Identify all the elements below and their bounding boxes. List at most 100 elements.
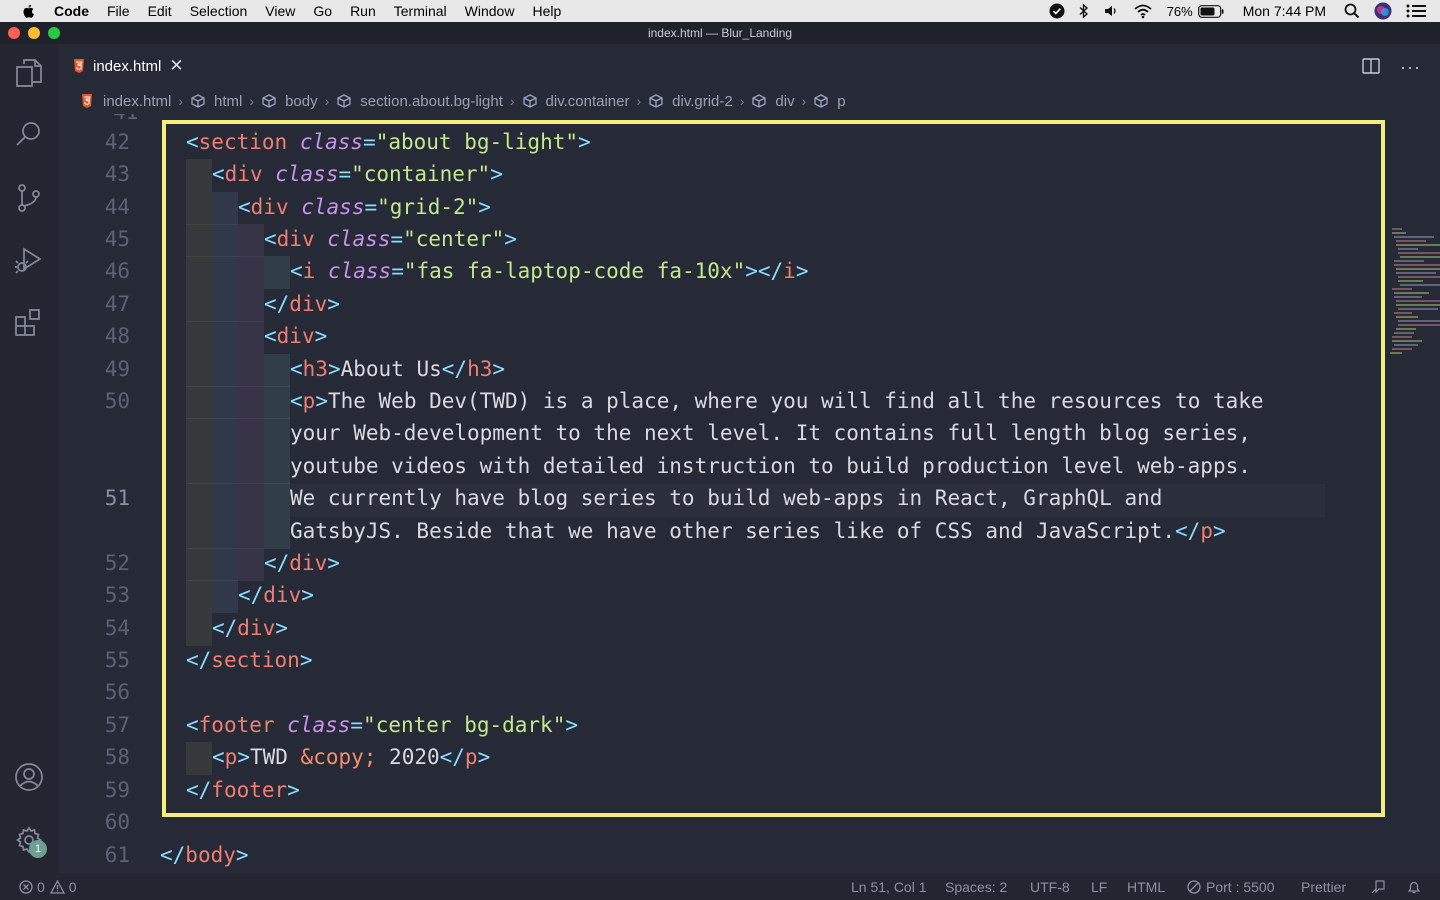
indent-guide bbox=[264, 451, 290, 484]
code-line-54[interactable]: </div> bbox=[212, 616, 288, 640]
menu-view[interactable]: View bbox=[256, 3, 304, 19]
minimap[interactable] bbox=[1388, 228, 1440, 368]
code-line-48[interactable]: <div> bbox=[264, 324, 327, 348]
minimap-line bbox=[1394, 344, 1418, 346]
settings-gear-icon[interactable]: 1 bbox=[13, 824, 47, 858]
attr-value: "center" bbox=[403, 227, 505, 251]
breadcrumb-html[interactable]: html bbox=[190, 93, 242, 110]
line-number: 60 bbox=[104, 810, 130, 834]
feedback-icon[interactable] bbox=[1370, 879, 1386, 898]
code-line-50-wrap-1[interactable]: your Web-development to the next level. … bbox=[290, 421, 1251, 445]
indent-guide bbox=[212, 548, 238, 581]
menu-go[interactable]: Go bbox=[304, 3, 341, 19]
code-line-42[interactable]: <section class="about bg-light"> bbox=[186, 130, 591, 154]
prettier-status[interactable]: Prettier bbox=[1301, 879, 1346, 895]
menu-app-name[interactable]: Code bbox=[54, 3, 98, 19]
line-number: 50 bbox=[104, 389, 130, 413]
menu-terminal[interactable]: Terminal bbox=[385, 3, 456, 19]
indent-guide bbox=[186, 192, 212, 225]
breadcrumb-div[interactable]: div bbox=[751, 93, 795, 110]
explorer-icon[interactable] bbox=[13, 57, 45, 89]
code-line-51[interactable]: We currently have blog series to build w… bbox=[290, 486, 1162, 510]
minimap-line bbox=[1394, 236, 1434, 238]
attr-name: class bbox=[327, 259, 392, 283]
chevron-right-icon: › bbox=[739, 93, 745, 109]
checkmark-status-icon[interactable] bbox=[1049, 3, 1065, 19]
breadcrumb-file[interactable]: index.html bbox=[81, 93, 171, 110]
code-line-55[interactable]: </section> bbox=[186, 648, 312, 672]
tab-index-html[interactable]: index.html ✕ bbox=[58, 44, 208, 88]
split-editor-icon[interactable] bbox=[1362, 58, 1380, 79]
text-content: About Us bbox=[340, 357, 442, 381]
notification-center-icon[interactable] bbox=[1406, 4, 1426, 18]
menu-selection[interactable]: Selection bbox=[181, 3, 257, 19]
editor-tab-bar: index.html ✕ ··· bbox=[58, 44, 1440, 88]
code-line-50[interactable]: <p>The Web Dev(TWD) is a place, where yo… bbox=[290, 389, 1264, 413]
clock[interactable]: Mon 7:44 PM bbox=[1243, 3, 1326, 19]
attr-name: class bbox=[301, 195, 365, 219]
code-line-43[interactable]: <div class="container"> bbox=[212, 162, 503, 186]
notifications-bell-icon[interactable] bbox=[1406, 879, 1422, 898]
accounts-icon[interactable] bbox=[13, 761, 45, 793]
battery-percent: 76% bbox=[1166, 3, 1193, 19]
live-server-port[interactable]: Port : 5500 bbox=[1187, 879, 1275, 895]
menu-help[interactable]: Help bbox=[523, 3, 570, 19]
breadcrumb-section[interactable]: section.about.bg-light bbox=[336, 93, 503, 110]
eol-setting[interactable]: LF bbox=[1091, 879, 1107, 895]
code-line-61[interactable]: </body> bbox=[160, 843, 249, 867]
minimap-line bbox=[1396, 240, 1426, 242]
error-count: 0 bbox=[37, 878, 45, 895]
code-line-50-wrap-2[interactable]: youtube videos with detailed instruction… bbox=[290, 454, 1251, 478]
breadcrumb-grid[interactable]: div.grid-2 bbox=[648, 93, 733, 110]
encoding-setting[interactable]: UTF-8 bbox=[1030, 879, 1070, 895]
wifi-icon[interactable] bbox=[1133, 3, 1153, 19]
breadcrumb-p[interactable]: p bbox=[813, 93, 846, 110]
spotlight-search-icon[interactable] bbox=[1344, 3, 1360, 19]
source-control-icon[interactable] bbox=[13, 182, 45, 214]
indent-guide bbox=[186, 354, 212, 387]
menu-edit[interactable]: Edit bbox=[139, 3, 181, 19]
minimap-line bbox=[1390, 352, 1402, 354]
code-line-49[interactable]: <h3>About Us</h3> bbox=[290, 357, 505, 381]
bluetooth-icon[interactable] bbox=[1079, 3, 1089, 19]
code-line-46[interactable]: <i class="fas fa-laptop-code fa-10x"></i… bbox=[290, 259, 808, 283]
minimap-line bbox=[1400, 284, 1440, 286]
more-actions-icon[interactable]: ··· bbox=[1400, 57, 1421, 78]
code-line-45[interactable]: <div class="center"> bbox=[264, 227, 517, 251]
run-debug-icon[interactable] bbox=[13, 244, 45, 276]
battery-icon[interactable] bbox=[1197, 4, 1224, 18]
code-line-58[interactable]: <p>TWD &copy; 2020</p> bbox=[212, 745, 490, 769]
apple-logo-icon[interactable] bbox=[21, 3, 37, 19]
close-tab-icon[interactable]: ✕ bbox=[169, 56, 183, 76]
line-number: 54 bbox=[104, 616, 130, 640]
code-editor[interactable]: 42 43 44 45 46 47 48 49 50 51 52 53 54 55 56 57 58 59 60 61… bbox=[58, 114, 1440, 873]
indent-guide bbox=[264, 386, 290, 419]
indent-guide bbox=[238, 386, 264, 419]
code-line-52[interactable]: </div> bbox=[264, 551, 340, 575]
breadcrumb-container[interactable]: div.container bbox=[522, 93, 629, 110]
code-line-53[interactable]: </div> bbox=[238, 583, 314, 607]
line-number: 53 bbox=[104, 583, 130, 607]
minimap-line bbox=[1398, 320, 1440, 322]
menu-file[interactable]: File bbox=[98, 3, 139, 19]
siri-icon[interactable] bbox=[1374, 2, 1392, 20]
language-mode[interactable]: HTML bbox=[1127, 879, 1165, 895]
breadcrumb-body[interactable]: body bbox=[261, 93, 318, 110]
line-number: 48 bbox=[104, 324, 130, 348]
code-line-51-wrap-1[interactable]: GatsbyJS. Beside that we have other seri… bbox=[290, 519, 1226, 543]
indent-guide bbox=[186, 516, 212, 549]
volume-icon[interactable] bbox=[1103, 3, 1119, 19]
search-icon[interactable] bbox=[13, 118, 45, 150]
menu-window[interactable]: Window bbox=[456, 3, 524, 19]
code-line-47[interactable]: </div> bbox=[264, 292, 340, 316]
code-line-57[interactable]: <footer class="center bg-dark"> bbox=[186, 713, 578, 737]
port-label: Port : 5500 bbox=[1206, 878, 1275, 895]
menu-run[interactable]: Run bbox=[341, 3, 385, 19]
indentation-setting[interactable]: Spaces: 2 bbox=[945, 879, 1007, 895]
problems-indicator[interactable]: 0 0 bbox=[19, 879, 77, 895]
indent-guide bbox=[238, 256, 264, 289]
code-line-44[interactable]: <div class="grid-2"> bbox=[238, 195, 491, 219]
cursor-position[interactable]: Ln 51, Col 1 bbox=[851, 879, 927, 895]
code-line-59[interactable]: </footer> bbox=[186, 778, 300, 802]
extensions-icon[interactable] bbox=[13, 306, 45, 338]
